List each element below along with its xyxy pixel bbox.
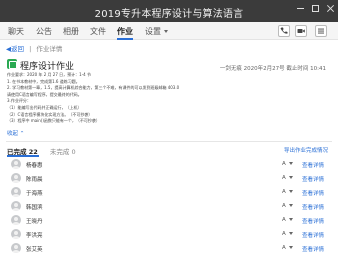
collapse-button[interactable]: 收起 ⌃: [7, 129, 24, 137]
phone-icon[interactable]: [278, 25, 290, 37]
tab-chat[interactable]: 聊天: [8, 26, 24, 37]
student-name: 李洪亮: [26, 233, 43, 239]
grade-dropdown[interactable]: A: [282, 231, 293, 237]
description-line: （3）程序中 main()函数只能有一个，（不可抄袭）: [7, 118, 100, 124]
student-row: 于海燕 A 查看详情: [7, 187, 332, 199]
student-name: 杨春惠: [26, 163, 43, 169]
description-line: 1. 在书本教材中，完成第1.6 道练习题。: [7, 78, 80, 84]
avatar: [11, 173, 21, 183]
breadcrumb-current: 作业详情: [36, 45, 63, 53]
window-controls: [297, 5, 334, 12]
breadcrumb: ◀返回 | 作业详情: [6, 43, 62, 53]
view-details-link[interactable]: 查看详情: [302, 217, 324, 225]
student-name: 于海燕: [26, 191, 43, 197]
maximize-icon[interactable]: [312, 5, 319, 12]
student-row: 王晓丹 A 查看详情: [7, 215, 332, 227]
grade-label: A: [282, 203, 286, 209]
grade-dropdown[interactable]: A: [282, 161, 293, 167]
grade-dropdown[interactable]: A: [282, 245, 293, 251]
more-menu-icon[interactable]: [315, 25, 327, 37]
grade-label: A: [282, 161, 286, 167]
student-row: 杨春惠 A 查看详情: [7, 159, 332, 171]
chevron-down-icon: [288, 232, 293, 235]
tab-announcement[interactable]: 公告: [36, 26, 52, 37]
avatar: [11, 229, 21, 239]
tab-album[interactable]: 相册: [63, 26, 79, 37]
grade-dropdown[interactable]: A: [282, 203, 293, 209]
view-details-link[interactable]: 查看详情: [302, 161, 324, 169]
description-line: （1）能编写出代码并正确运行，（上机）: [7, 104, 82, 110]
student-row: 李洪亮 A 查看详情: [7, 229, 332, 241]
export-link[interactable]: 导出作业完成情况: [284, 146, 328, 154]
avatar: [11, 187, 21, 197]
chevron-down-icon: [288, 246, 293, 249]
back-link[interactable]: ◀返回: [6, 45, 24, 53]
tab-bar: 聊天 公告 相册 文件 作业 设置: [0, 22, 338, 40]
video-call-icon[interactable]: [295, 25, 307, 37]
student-name: 韩国滨: [26, 205, 43, 211]
student-name: 张艾英: [26, 247, 43, 253]
grade-dropdown[interactable]: A: [282, 217, 293, 223]
grade-label: A: [282, 231, 286, 237]
tab-homework[interactable]: 作业: [117, 26, 133, 37]
assignment-title: 程序设计作业: [20, 62, 75, 72]
view-details-link[interactable]: 查看详情: [302, 175, 324, 183]
description-line: 请使用C语言编写程序，提交最终的代码。: [7, 91, 82, 97]
view-details-link[interactable]: 查看详情: [302, 245, 324, 253]
close-icon[interactable]: [327, 5, 334, 12]
submission-tab-indicator: [7, 155, 39, 157]
tab-settings-label: 设置: [145, 27, 161, 36]
view-details-link[interactable]: 查看详情: [302, 231, 324, 239]
description-line: 3.作业评分：: [7, 98, 31, 104]
section-divider: [6, 141, 332, 142]
student-name: 陈雨晨: [26, 177, 43, 183]
description-line: 2. 学习教材第一章，1.5，提高计算机综合能力，第三个不难，有课件的可以发到班…: [7, 85, 180, 91]
assignment-description: 作业要求：2020 年 2 月 27 日，预计：1-4 节 1. 在书本教材中，…: [7, 72, 277, 125]
active-tab-indicator: [117, 38, 133, 40]
chevron-down-icon: [288, 162, 293, 165]
window-titlebar: 2019专升本程序设计与算法语言: [0, 0, 338, 22]
student-row: 韩国滨 A 查看详情: [7, 201, 332, 213]
description-line: 作业要求：2020 年 2 月 27 日，预计：1-4 节: [7, 72, 91, 77]
chevron-down-icon: [288, 218, 293, 221]
avatar: [11, 243, 21, 253]
window-title: 2019专升本程序设计与算法语言: [94, 9, 244, 20]
chevron-down-icon: [288, 204, 293, 207]
tab-pending[interactable]: 未完成 0: [50, 148, 76, 156]
assignment-icon: [7, 59, 17, 69]
assignment-meta: 一剑无痕 2020年2月27号 截止时间 10:41: [219, 66, 326, 72]
chevron-down-icon: [164, 30, 168, 33]
grade-label: A: [282, 189, 286, 195]
breadcrumb-separator: |: [29, 45, 32, 53]
description-line: （2）C语言程序模块化实现方法。（不可抄袭）: [7, 111, 93, 117]
avatar: [11, 215, 21, 225]
student-row: 陈雨晨 A 查看详情: [7, 173, 332, 185]
view-details-link[interactable]: 查看详情: [302, 189, 324, 197]
minimize-icon[interactable]: [297, 5, 304, 9]
tab-settings[interactable]: 设置: [145, 26, 168, 37]
tab-files[interactable]: 文件: [90, 26, 106, 37]
avatar: [11, 201, 21, 211]
grade-dropdown[interactable]: A: [282, 189, 293, 195]
grade-label: A: [282, 175, 286, 181]
grade-label: A: [282, 245, 286, 251]
grade-label: A: [282, 217, 286, 223]
chevron-down-icon: [288, 190, 293, 193]
view-details-link[interactable]: 查看详情: [302, 203, 324, 211]
student-row: 张艾英 A 查看详情: [7, 243, 332, 255]
grade-dropdown[interactable]: A: [282, 175, 293, 181]
student-name: 王晓丹: [26, 219, 43, 225]
chevron-down-icon: [288, 176, 293, 179]
avatar: [11, 159, 21, 169]
